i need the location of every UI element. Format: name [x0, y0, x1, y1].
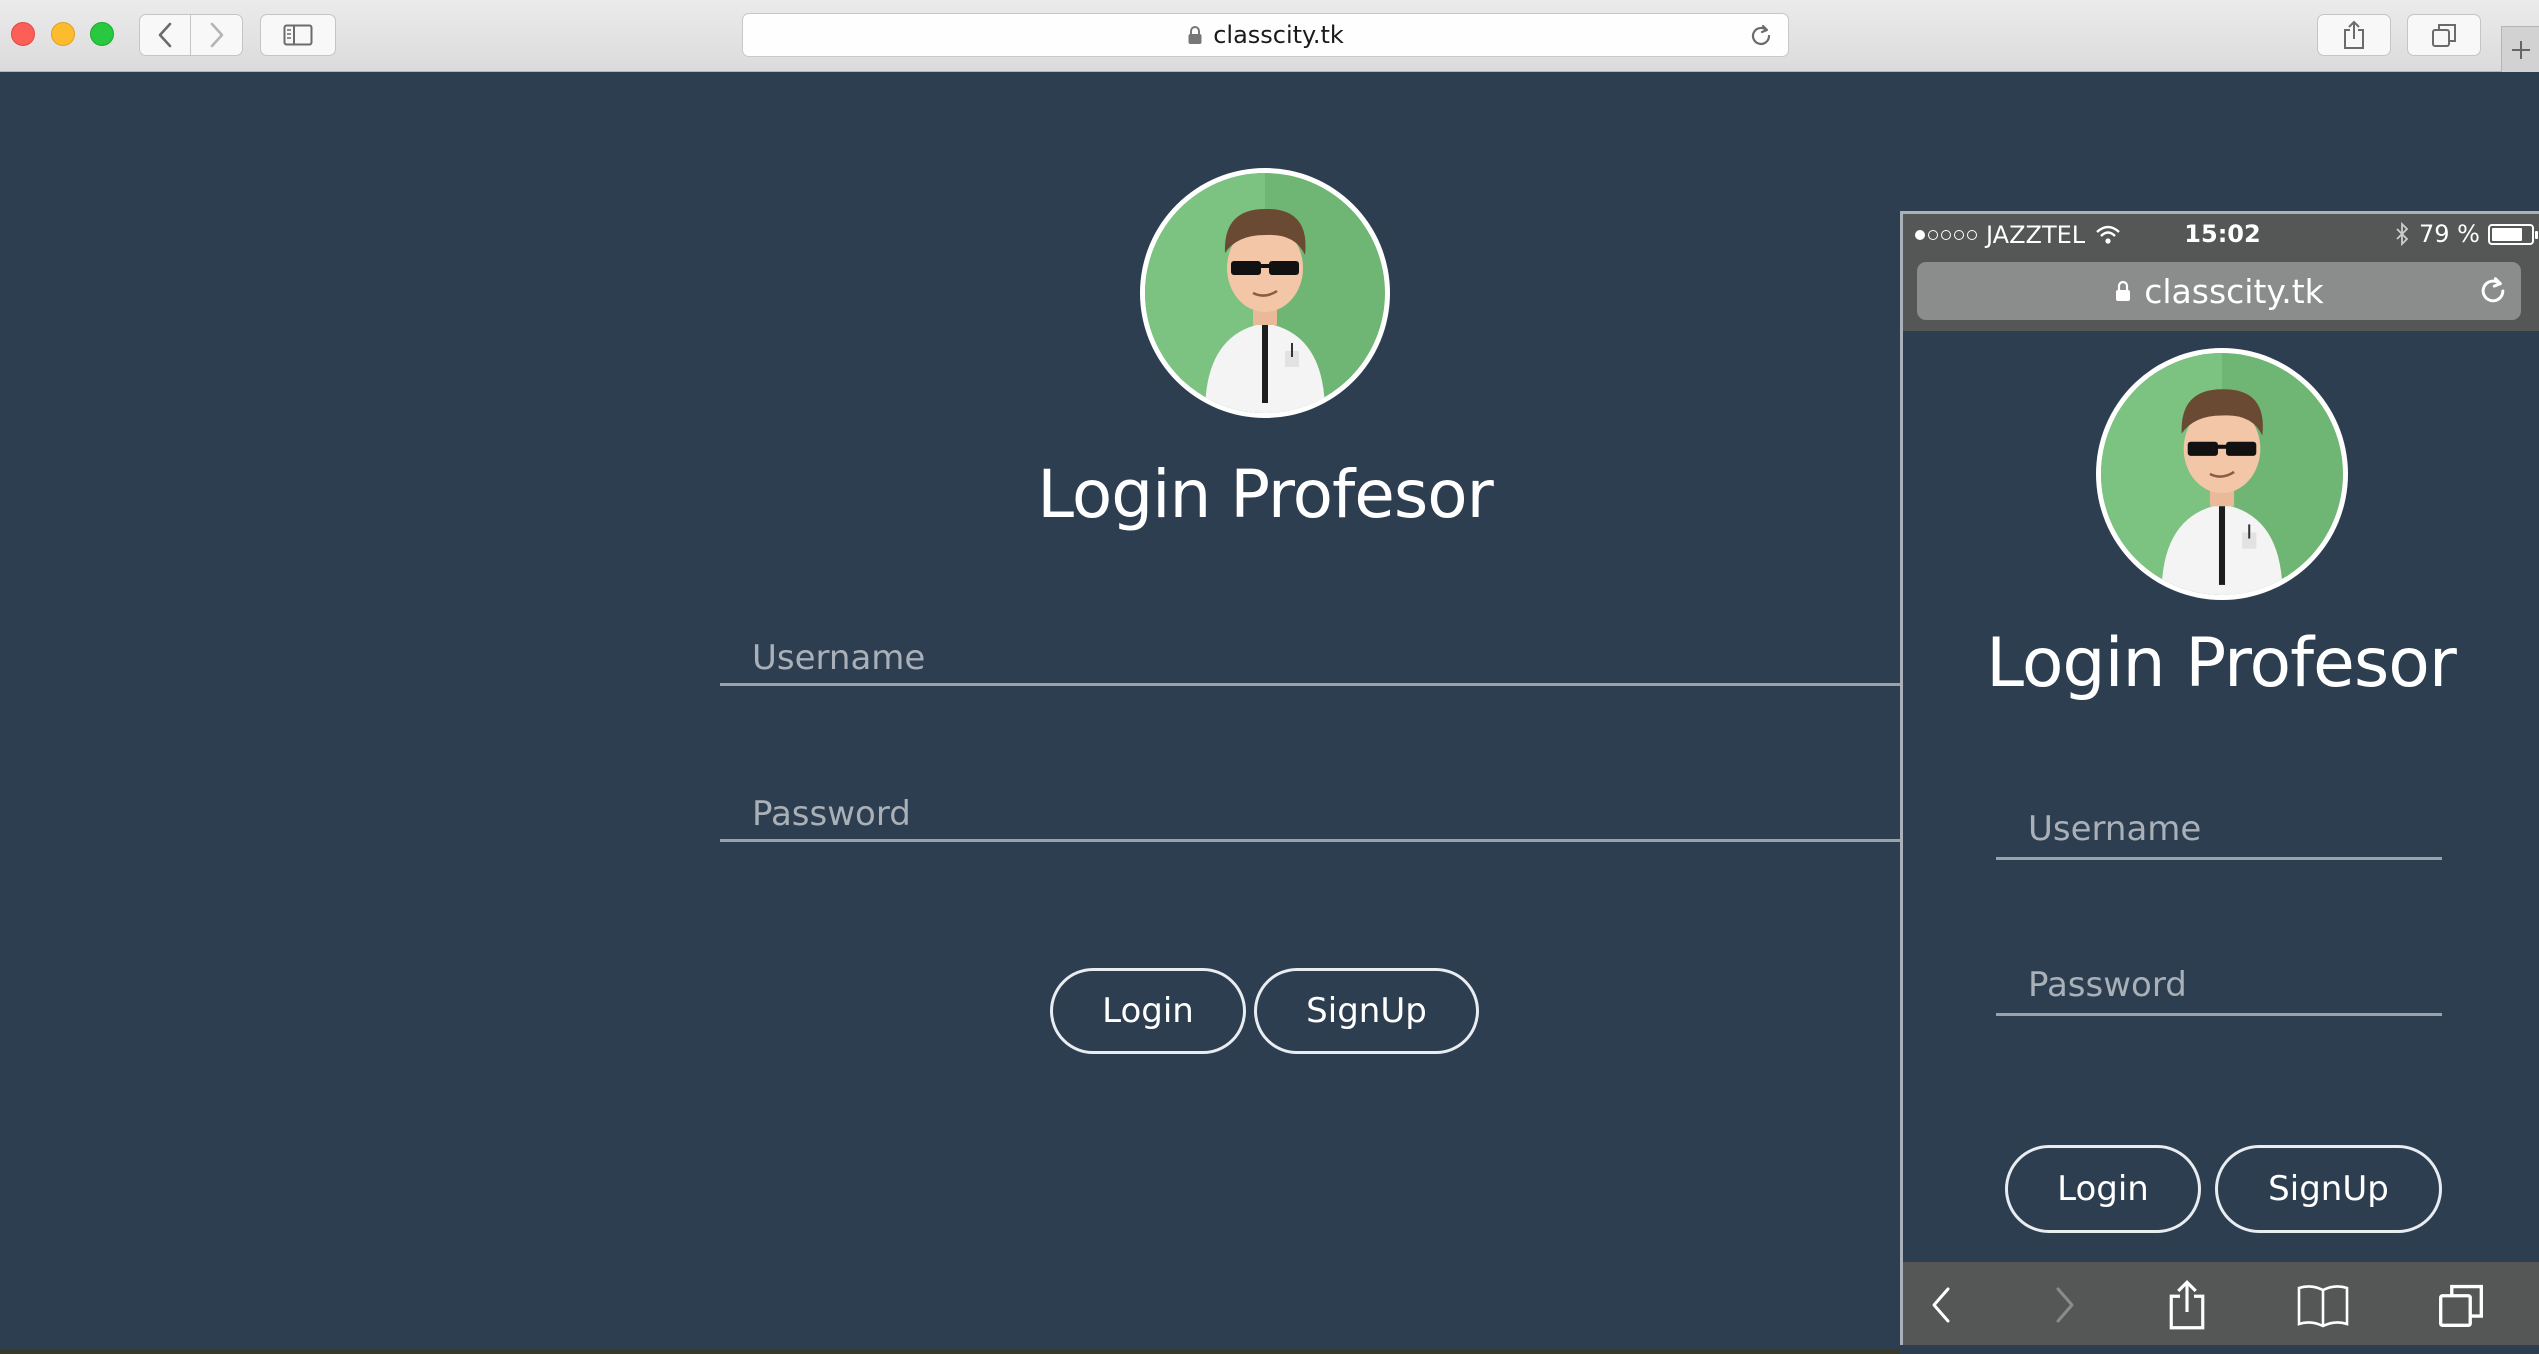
minimize-window-button[interactable] — [51, 22, 75, 46]
address-bar[interactable]: classcity.tk — [742, 13, 1789, 57]
forward-icon — [210, 22, 223, 48]
new-tab-icon — [2511, 40, 2530, 59]
back-icon — [158, 22, 172, 48]
mobile-bookmarks-button[interactable] — [2293, 1280, 2353, 1330]
mobile-forward-button[interactable] — [2035, 1280, 2095, 1330]
mobile-tabs-button[interactable] — [2431, 1280, 2491, 1330]
mobile-page-title: Login Profesor — [1986, 624, 2457, 703]
tabs-icon — [2432, 24, 2456, 47]
share-icon — [2169, 1280, 2205, 1330]
username-input[interactable] — [720, 632, 1905, 683]
mobile-toolbar — [1903, 1262, 2539, 1345]
page-title: Login Profesor — [1037, 456, 1493, 533]
show-tabs-button[interactable] — [2407, 14, 2481, 56]
share-icon — [2344, 20, 2364, 49]
fullscreen-window-button[interactable] — [90, 22, 114, 46]
username-field — [720, 632, 1905, 686]
professor-avatar-icon — [2101, 353, 2343, 595]
mobile-login-button[interactable]: Login — [2005, 1145, 2201, 1233]
password-field — [720, 788, 1905, 842]
history-nav — [139, 14, 243, 56]
back-icon — [1932, 1287, 1950, 1323]
mobile-username-input[interactable] — [1996, 800, 2442, 857]
mobile-address-url: classcity.tk — [2144, 271, 2324, 311]
status-bar: JAZZTEL 15:02 79 % — [1903, 214, 2539, 254]
reload-icon[interactable] — [1748, 23, 1774, 49]
signup-button[interactable]: SignUp — [1254, 968, 1479, 1054]
status-right: 79 % — [2395, 220, 2538, 248]
mobile-address-bar[interactable]: classcity.tk — [1917, 262, 2521, 320]
bluetooth-icon — [2396, 222, 2409, 246]
mobile-signup-button[interactable]: SignUp — [2215, 1145, 2442, 1233]
login-button[interactable]: Login — [1050, 968, 1246, 1054]
avatar — [2096, 348, 2348, 600]
tabs-icon — [2439, 1284, 2483, 1327]
mobile-url-area: classcity.tk — [1903, 254, 2539, 331]
professor-avatar-icon — [1145, 173, 1385, 413]
forward-button[interactable] — [191, 15, 242, 55]
sidebar-toggle-button[interactable] — [260, 14, 336, 56]
avatar — [1140, 168, 1390, 418]
mobile-username-field — [1996, 800, 2442, 860]
back-button[interactable] — [140, 15, 192, 55]
desktop-edge — [0, 1349, 1900, 1354]
mobile-back-button[interactable] — [1911, 1280, 1971, 1330]
battery-fill — [2492, 227, 2523, 241]
new-tab-button[interactable] — [2501, 26, 2539, 72]
lock-icon — [2116, 280, 2131, 301]
lock-icon — [1188, 26, 1202, 44]
browser-toolbar: classcity.tk — [0, 0, 2539, 72]
reload-icon[interactable] — [2477, 275, 2509, 307]
screen: classcity.tk Login Profesor Username Log… — [0, 0, 2539, 1354]
sidebar-icon — [283, 24, 313, 46]
battery-percent: 79 % — [2419, 220, 2480, 248]
password-input[interactable] — [720, 788, 1905, 839]
mobile-preview: JAZZTEL 15:02 79 % classcity.tk Login Pr… — [1900, 211, 2539, 1345]
share-button[interactable] — [2317, 14, 2391, 56]
battery-icon — [2488, 223, 2538, 245]
close-window-button[interactable] — [11, 22, 35, 46]
mobile-share-button[interactable] — [2157, 1280, 2217, 1330]
mobile-password-input[interactable] — [1996, 956, 2442, 1013]
mobile-password-field — [1996, 956, 2442, 1016]
bookmarks-icon — [2297, 1285, 2349, 1328]
address-url: classcity.tk — [1213, 21, 1344, 49]
forward-icon — [2056, 1287, 2074, 1323]
